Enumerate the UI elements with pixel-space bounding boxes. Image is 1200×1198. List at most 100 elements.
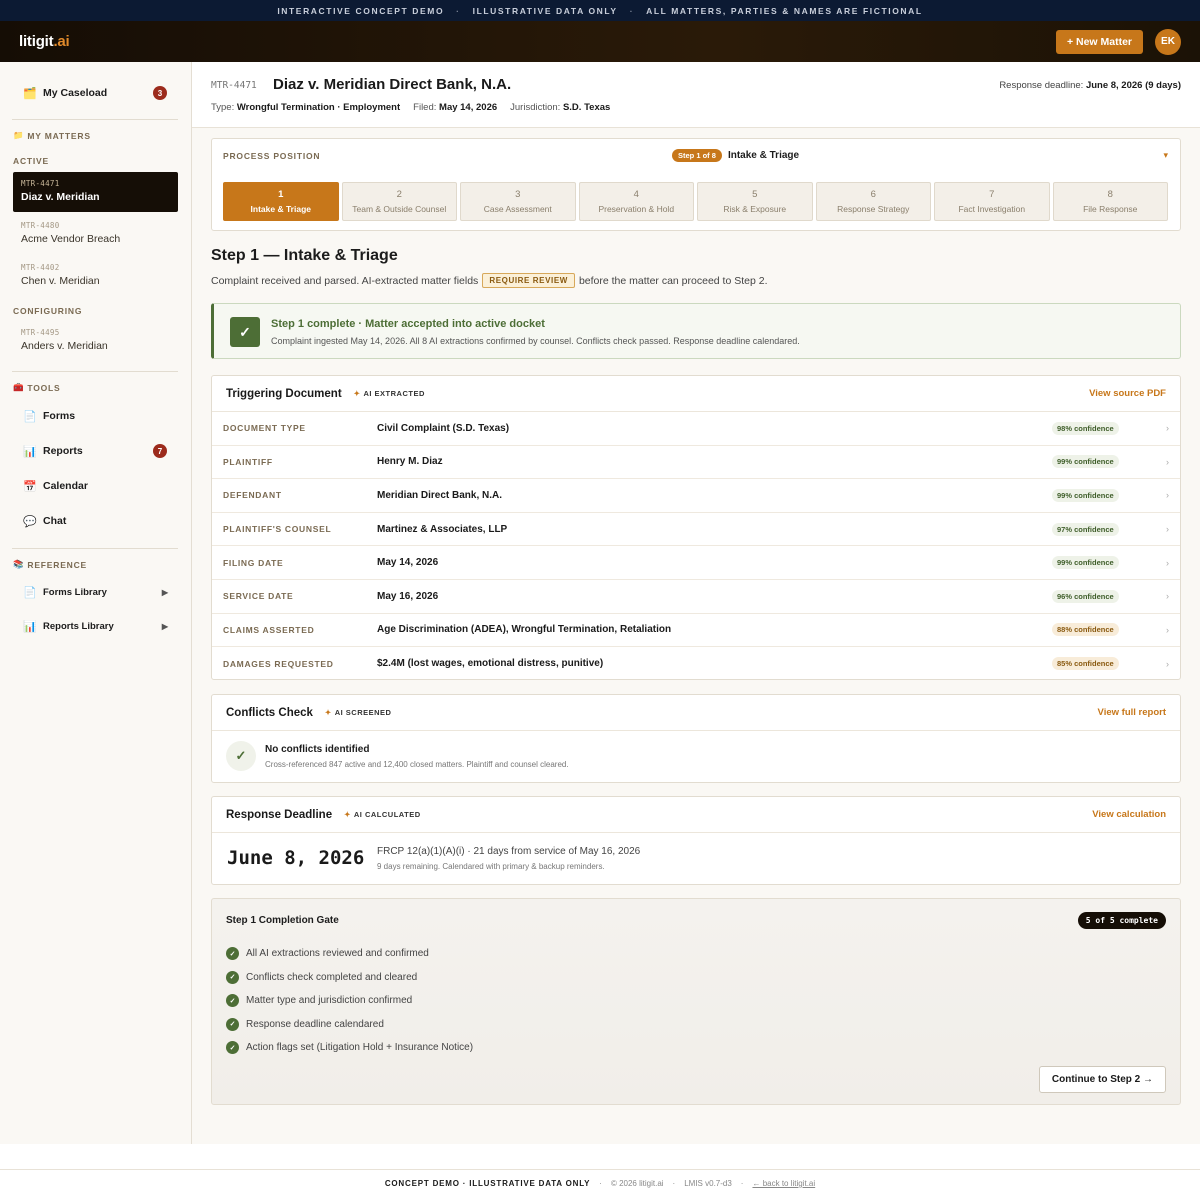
step-description: Complaint received and parsed. AI-extrac… [211, 273, 768, 288]
sidebar-item-calendar[interactable]: 📅 Calendar [12, 473, 178, 499]
avatar[interactable]: EK [1155, 28, 1181, 55]
conflicts-check-card: Conflicts Check ✦ AI SCREENED View full r… [211, 694, 1181, 783]
card-header: Conflicts Check ✦ AI SCREENED View full r… [212, 695, 1180, 731]
deadline-date: June 8, 2026 [227, 847, 365, 869]
confidence-badge: 98% confidence [1052, 421, 1119, 435]
configuring-label: CONFIGURING [13, 306, 83, 316]
check-icon: ✓ [230, 317, 260, 347]
view-calculation-link[interactable]: View calculation [1092, 809, 1166, 820]
deadline-body: June 8, 2026 FRCP 12(a)(1)(A)(i) · 21 da… [212, 833, 1180, 885]
current-step-label: Intake & Triage [727, 150, 800, 161]
chevron-right-icon: › [1166, 557, 1169, 568]
sparkle-icon: ✦ [344, 810, 351, 819]
complete-subtitle: Complaint ingested May 14, 2026. All 8 A… [271, 336, 800, 346]
matter-jurisdiction: Jurisdiction: S.D. Texas [510, 102, 611, 113]
check-icon: ✓ [226, 1041, 239, 1055]
sidebar-item-label: Reports Library [43, 620, 114, 632]
new-matter-button[interactable]: + New Matter [1055, 29, 1143, 54]
divider [0, 1169, 1200, 1170]
conflicts-result: ✓ No conflicts identified Cross-referenc… [212, 731, 1180, 783]
matter-type: Type: Wrongful Termination · Employment [211, 102, 401, 113]
table-row[interactable]: FILING DATE May 14, 2026 99% confidence › [212, 546, 1180, 580]
card-header: Response Deadline ✦ AI CALCULATED View ca… [212, 797, 1180, 833]
table-row[interactable]: SERVICE DATE May 16, 2026 96% confidence › [212, 580, 1180, 614]
matter-item-mtr-4480[interactable]: MTR-4480 Acme Vendor Breach [13, 214, 178, 254]
matter-item-mtr-4402[interactable]: MTR-4402 Chen v. Meridian [13, 256, 178, 296]
list-item: ✓ Response deadline calendared [226, 1013, 473, 1037]
matter-id: MTR-4471 [211, 80, 257, 91]
check-icon: ✓ [226, 741, 256, 771]
check-icon: ✓ [226, 1017, 239, 1031]
chart-icon: 📊 [23, 620, 37, 633]
view-full-report-link[interactable]: View full report [1098, 707, 1166, 718]
matter-name: Chen v. Meridian [21, 275, 100, 287]
list-item: ✓ Action flags set (Litigation Hold + Ins… [226, 1036, 473, 1060]
books-icon: 📚 [13, 559, 25, 569]
matter-id: MTR-4480 [21, 221, 60, 230]
banner-separator: · [456, 5, 461, 16]
banner-item: ILLUSTRATIVE DATA ONLY [472, 5, 618, 16]
chat-icon: 💬 [23, 515, 37, 528]
matter-name: Acme Vendor Breach [21, 233, 121, 245]
chevron-right-icon: › [1166, 624, 1169, 635]
expand-arrow-icon[interactable]: ▶ [162, 588, 168, 597]
matter-item-mtr-4495[interactable]: MTR-4495 Anders v. Meridian [13, 321, 178, 361]
response-deadline-card: Response Deadline ✦ AI CALCULATED View ca… [211, 796, 1181, 885]
step-3[interactable]: 3 Case Assessment [460, 182, 576, 221]
table-row[interactable]: CLAIMS ASSERTED Age Discrimination (ADEA)… [212, 614, 1180, 648]
document-icon: 📄 [23, 586, 37, 599]
divider [12, 119, 178, 120]
card-header: Triggering Document ✦ AI EXTRACTED View s… [212, 376, 1180, 412]
chart-icon: 📊 [23, 445, 37, 458]
view-source-pdf-link[interactable]: View source PDF [1089, 388, 1166, 399]
step-7[interactable]: 7 Fact Investigation [934, 182, 1050, 221]
step-2[interactable]: 2 Team & Outside Counsel [341, 182, 457, 221]
step-4[interactable]: 4 Preservation & Hold [578, 182, 694, 221]
sidebar-item-label: Forms Library [43, 586, 107, 598]
step-5[interactable]: 5 Risk & Exposure [697, 182, 813, 221]
matter-item-mtr-4471[interactable]: MTR-4471 Diaz v. Meridian [13, 172, 178, 212]
footer-text: CONCEPT DEMO · ILLUSTRATIVE DATA ONLY · … [384, 1179, 816, 1188]
sidebar: 🗂️ My Caseload 3 📁 MY MATTERS ACTIVE MTR… [0, 62, 192, 1144]
page-title: Diaz v. Meridian Direct Bank, N.A. [273, 76, 512, 93]
gate-checklist: ✓ All AI extractions reviewed and confirm… [226, 942, 473, 1060]
table-row[interactable]: PLAINTIFF'S COUNSEL Martinez & Associates… [212, 513, 1180, 547]
back-to-site-link[interactable]: ← back to litigit.ai [752, 1179, 815, 1188]
sidebar-item-forms[interactable]: 📄 Forms [12, 403, 178, 429]
sidebar-item-forms-library[interactable]: 📄 Forms Library ▶ [12, 579, 178, 605]
continue-step-2-button[interactable]: Continue to Step 2 → [1038, 1066, 1166, 1093]
app-logo[interactable]: litigit.ai [19, 33, 70, 50]
footer: CONCEPT DEMO · ILLUSTRATIVE DATA ONLY · … [0, 1144, 1200, 1198]
confidence-badge: 88% confidence [1052, 623, 1119, 637]
caseload-count-badge: 3 [153, 86, 167, 100]
step-8[interactable]: 8 File Response [1052, 182, 1168, 221]
matter-filed: Filed: May 14, 2026 [413, 102, 498, 113]
table-row[interactable]: PLAINTIFF Henry M. Diaz 99% confidence › [212, 446, 1180, 480]
section-tools: 🧰 TOOLS [13, 382, 61, 393]
deadline-rule: FRCP 12(a)(1)(A)(i) · 21 days from servi… [377, 846, 641, 857]
document-icon: 📄 [23, 410, 37, 423]
divider [12, 548, 178, 549]
list-item: ✓ All AI extractions reviewed and confirm… [226, 942, 473, 966]
chevron-right-icon: › [1166, 456, 1169, 467]
chevron-right-icon: › [1166, 423, 1169, 434]
table-row[interactable]: DAMAGES REQUESTED $2.4M (lost wages, emot… [212, 647, 1180, 681]
chevron-down-icon[interactable]: ▾ [1163, 150, 1168, 161]
matter-name: Diaz v. Meridian [21, 191, 100, 203]
banner-separator: · [629, 5, 635, 16]
response-deadline-summary: Response deadline: June 8, 2026 (9 days) [999, 80, 1181, 91]
sidebar-item-reports[interactable]: 📊 Reports 7 [12, 438, 178, 464]
table-row[interactable]: DEFENDANT Meridian Direct Bank, N.A. 99% c… [212, 479, 1180, 513]
sidebar-item-my-caseload[interactable]: 🗂️ My Caseload 3 [12, 79, 178, 107]
gate-status-badge: 5 of 5 complete [1077, 912, 1166, 929]
completion-gate-card: Step 1 Completion Gate 5 of 5 complete ✓… [211, 898, 1181, 1105]
table-row[interactable]: DOCUMENT TYPE Civil Complaint (S.D. Texas… [212, 412, 1180, 446]
sidebar-item-reports-library[interactable]: 📊 Reports Library ▶ [12, 613, 178, 639]
sidebar-item-chat[interactable]: 💬 Chat [12, 508, 178, 534]
demo-banner: INTERACTIVE CONCEPT DEMO · ILLUSTRATIVE … [0, 0, 1200, 21]
step-6[interactable]: 6 Response Strategy [815, 182, 931, 221]
expand-arrow-icon[interactable]: ▶ [162, 622, 168, 631]
conflicts-result-title: No conflicts identified [265, 744, 370, 755]
step-pill: Step 1 of 8 [672, 149, 722, 162]
step-1[interactable]: 1 Intake & Triage [223, 182, 339, 221]
